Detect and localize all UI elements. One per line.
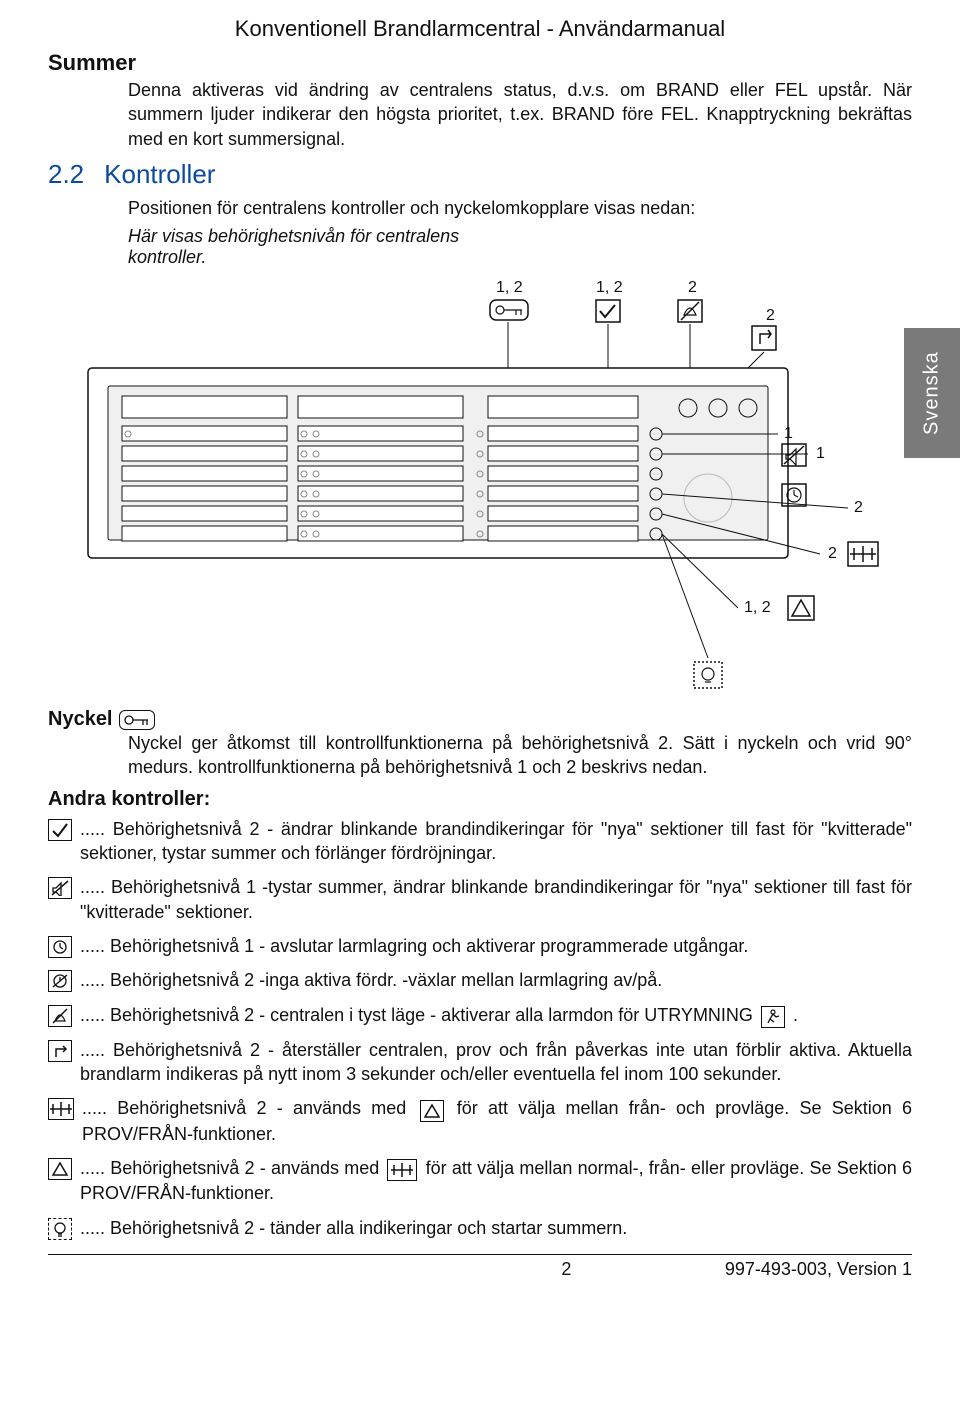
bell-cross-icon xyxy=(48,1005,72,1027)
control-item-lamp: ..... Behörighetsnivå 2 - tänder alla in… xyxy=(48,1216,912,1240)
nyckel-body: Nyckel ger åtkomst till kontrollfunktion… xyxy=(128,731,912,780)
svg-text:1: 1 xyxy=(816,445,825,462)
control-item-utrymning: UTRYMNING xyxy=(644,1005,758,1025)
doc-id: 997-493-003, Version 1 xyxy=(725,1259,912,1280)
doc-title: Konventionell Brandlarmcentral - Använda… xyxy=(48,16,912,42)
clock-toggle-icon xyxy=(48,970,72,992)
reset-icon xyxy=(48,1040,72,1062)
section-number: 2.2 xyxy=(48,159,84,190)
clock-icon xyxy=(48,936,72,958)
control-item-mode: ..... Behörighetsnivå 2 - används med fö… xyxy=(48,1096,912,1146)
control-item-triangle: ..... Behörighetsnivå 2 - används med fö… xyxy=(48,1156,912,1206)
svg-text:1: 1 xyxy=(784,425,793,442)
control-item-text: ..... Behörighetsnivå 2 - används med fö… xyxy=(82,1096,912,1146)
nyckel-heading: Nyckel xyxy=(48,708,912,731)
figure-caption: Här visas behörighetsnivån för centralen… xyxy=(128,226,468,268)
section-2-2-heading: 2.2 Kontroller xyxy=(48,159,912,190)
fig-label-12a: 1, 2 xyxy=(496,279,523,296)
mode-select-icon xyxy=(387,1159,417,1181)
summer-heading: Summer xyxy=(48,50,912,76)
control-item-text-part: ..... Behörighetsnivå 2 - används med xyxy=(80,1158,384,1178)
check-icon xyxy=(48,819,72,841)
svg-text:2: 2 xyxy=(766,307,775,324)
key-icon xyxy=(119,710,155,730)
control-item-period: . xyxy=(793,1005,798,1025)
lamp-icon xyxy=(48,1218,72,1240)
control-item-reset: ..... Behörighetsnivå 2 - återställer ce… xyxy=(48,1038,912,1087)
page-footer: 2 997-493-003, Version 1 xyxy=(48,1254,912,1280)
svg-text:2: 2 xyxy=(688,279,697,296)
control-item-text: ..... Behörighetsnivå 2 -inga aktiva för… xyxy=(80,968,912,992)
control-item-mute: ..... Behörighetsnivå 1 -tystar summer, … xyxy=(48,875,912,924)
page-number: 2 xyxy=(561,1259,571,1280)
control-panel-figure: Svenska 1, 2 1, 2 2 2 xyxy=(48,278,912,698)
running-man-icon xyxy=(761,1006,785,1028)
mode-select-icon xyxy=(48,1098,74,1120)
control-item-evacuate: ..... Behörighetsnivå 2 - centralen i ty… xyxy=(48,1003,912,1028)
control-item-text: ..... Behörighetsnivå 1 - avslutar larml… xyxy=(80,934,912,958)
nyckel-heading-text: Nyckel xyxy=(48,708,113,731)
control-item-text: ..... Behörighetsnivå 2 - centralen i ty… xyxy=(80,1003,912,1028)
control-item-check: ..... Behörighetsnivå 2 - ändrar blinkan… xyxy=(48,817,912,866)
speaker-mute-icon xyxy=(48,877,72,899)
svg-text:1, 2: 1, 2 xyxy=(596,279,623,296)
summer-body: Denna aktiveras vid ändring av centralen… xyxy=(128,78,912,151)
triangle-icon xyxy=(48,1158,72,1180)
control-item-clock-toggle: ..... Behörighetsnivå 2 -inga aktiva för… xyxy=(48,968,912,992)
control-item-text-part: ..... Behörighetsnivå 2 - används med xyxy=(82,1098,417,1118)
section-intro: Positionen för centralens kontroller och… xyxy=(128,196,912,220)
control-item-clock: ..... Behörighetsnivå 1 - avslutar larml… xyxy=(48,934,912,958)
control-item-text: ..... Behörighetsnivå 2 - tänder alla in… xyxy=(80,1216,912,1240)
andra-heading: Andra kontroller: xyxy=(48,788,912,811)
control-item-text: ..... Behörighetsnivå 2 - ändrar blinkan… xyxy=(80,817,912,866)
control-item-text-part1: ..... Behörighetsnivå 2 - centralen i ty… xyxy=(80,1005,644,1025)
triangle-icon xyxy=(420,1100,444,1122)
language-tab: Svenska xyxy=(904,328,960,458)
section-title: Kontroller xyxy=(104,159,215,190)
svg-text:2: 2 xyxy=(854,499,863,516)
control-item-text: ..... Behörighetsnivå 1 -tystar summer, … xyxy=(80,875,912,924)
svg-text:2: 2 xyxy=(828,545,837,562)
control-item-text: ..... Behörighetsnivå 2 - används med fö… xyxy=(80,1156,912,1206)
panel-diagram-svg: 1, 2 1, 2 2 2 xyxy=(48,278,908,698)
control-item-text: ..... Behörighetsnivå 2 - återställer ce… xyxy=(80,1038,912,1087)
svg-text:1, 2: 1, 2 xyxy=(744,599,771,616)
